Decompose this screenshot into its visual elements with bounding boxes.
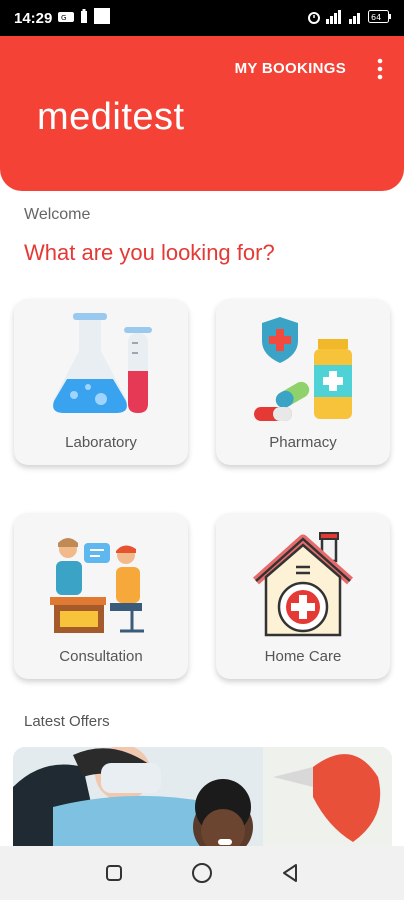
service-label-home-care: Home Care bbox=[264, 648, 342, 665]
service-card-home-care[interactable]: Home Care bbox=[216, 513, 390, 679]
square-notification-icon bbox=[94, 8, 111, 28]
my-bookings-button[interactable]: MY BOOKINGS bbox=[235, 60, 346, 77]
service-label-pharmacy: Pharmacy bbox=[269, 434, 337, 451]
signal-icon-2 bbox=[349, 10, 363, 27]
offer-photo bbox=[13, 747, 392, 857]
status-bar: 14:29 G 64 bbox=[0, 0, 404, 36]
offer-banner-image[interactable] bbox=[13, 747, 392, 857]
app-header: MY BOOKINGS meditest bbox=[0, 36, 404, 191]
more-vert-icon[interactable] bbox=[376, 58, 384, 80]
battery-icon: 64 bbox=[368, 10, 392, 26]
consultation-doctor-icon bbox=[50, 538, 144, 633]
alarm-icon bbox=[307, 10, 321, 27]
service-label-consultation: Consultation bbox=[59, 648, 143, 665]
notification-icon: G bbox=[58, 10, 75, 27]
latest-offers-title: Latest Offers bbox=[24, 713, 110, 730]
system-nav-bar bbox=[0, 846, 404, 900]
pharmacy-pills-icon bbox=[254, 317, 352, 421]
service-card-consultation[interactable]: Consultation bbox=[14, 513, 188, 679]
welcome-text: Welcome bbox=[24, 206, 91, 223]
status-icons: 64 bbox=[307, 9, 392, 27]
svg-text:G: G bbox=[61, 14, 66, 22]
brand-title: meditest bbox=[37, 96, 185, 138]
home-care-house-icon bbox=[253, 532, 353, 637]
service-card-laboratory[interactable]: Laboratory bbox=[14, 299, 188, 465]
svg-text:64: 64 bbox=[371, 13, 381, 22]
page-question: What are you looking for? bbox=[24, 240, 275, 265]
laboratory-flask-icon bbox=[53, 313, 152, 413]
service-card-pharmacy[interactable]: Pharmacy bbox=[216, 299, 390, 465]
status-time: 14:29 bbox=[14, 9, 53, 27]
signal-icon bbox=[326, 9, 344, 27]
circle-home-icon[interactable] bbox=[191, 862, 213, 884]
service-label-laboratory: Laboratory bbox=[65, 434, 137, 451]
triangle-back-icon[interactable] bbox=[279, 862, 301, 884]
square-recents-icon[interactable] bbox=[103, 862, 125, 884]
battery-saver-icon bbox=[80, 9, 88, 27]
